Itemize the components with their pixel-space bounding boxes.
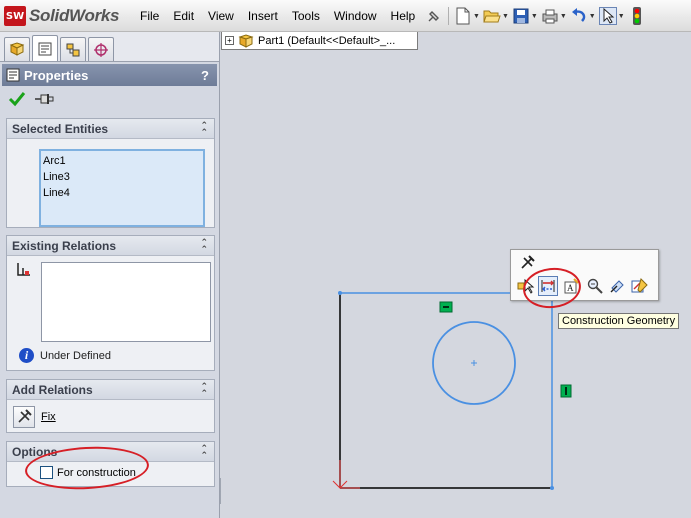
zoom-to-selection-icon[interactable]	[585, 276, 605, 296]
origin-arrow-vertical	[332, 460, 348, 489]
normal-to-icon[interactable]	[607, 276, 627, 296]
edit-sketch-icon[interactable]	[629, 276, 649, 296]
circle-center-mark	[471, 360, 477, 366]
sketch-point	[550, 486, 554, 490]
sketch-point	[338, 291, 342, 295]
construction-geometry-tooltip: Construction Geometry	[558, 313, 680, 329]
fix-relation-icon[interactable]	[519, 255, 535, 274]
